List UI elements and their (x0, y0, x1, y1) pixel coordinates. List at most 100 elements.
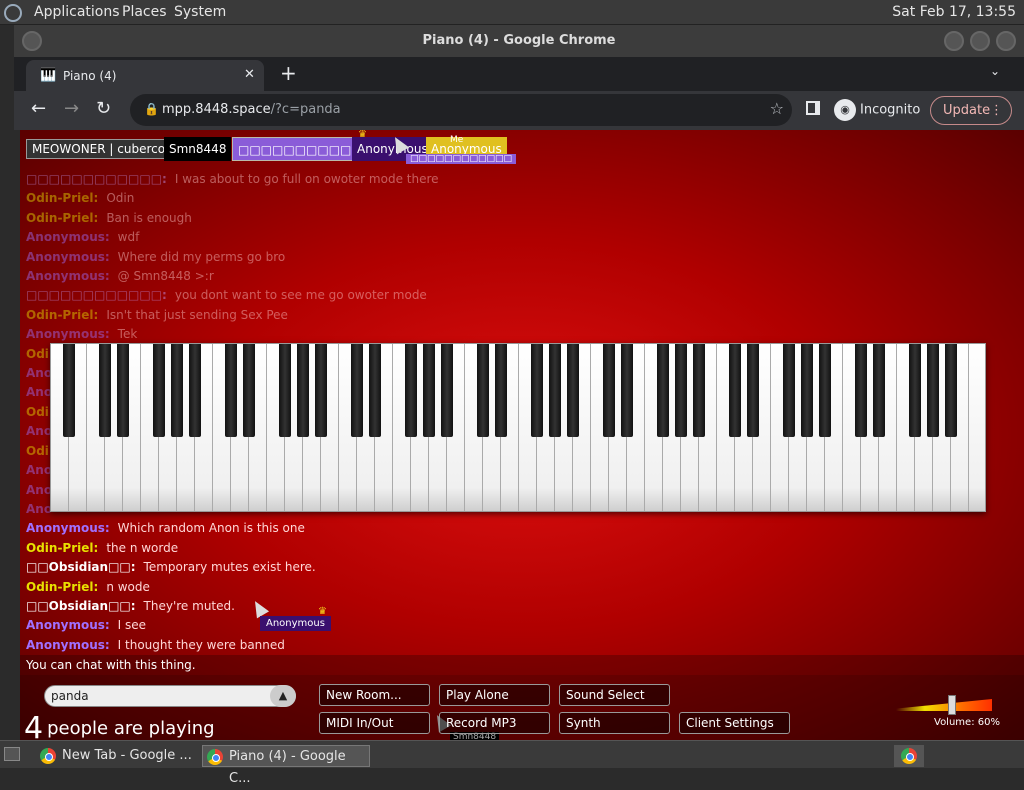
black-key[interactable] (117, 344, 129, 437)
top-panel: Applications Places System Sat Feb 17, 1… (0, 0, 1024, 25)
black-key[interactable] (315, 344, 327, 437)
tray-chrome-icon[interactable] (894, 745, 924, 767)
volume-slider[interactable]: Volume: 60% (896, 695, 1000, 728)
black-key[interactable] (693, 344, 705, 437)
chat-message: Odin-Priel: n wode (26, 579, 150, 594)
user-list: MEOWONER | cubercoder_ Smn8448 □□□□□□□□□… (20, 130, 1024, 164)
chat-message: Anonymous: @ Smn8448 >:r (26, 269, 214, 284)
black-key[interactable] (873, 344, 885, 437)
chat-input[interactable]: You can chat with this thing. (20, 655, 1024, 675)
chat-message: Anonymous: I thought they were banned (26, 637, 285, 652)
black-key[interactable] (621, 344, 633, 437)
maximize-icon[interactable] (970, 31, 990, 51)
new-tab-button[interactable]: + (280, 61, 297, 85)
black-key[interactable] (945, 344, 957, 437)
black-key[interactable] (657, 344, 669, 437)
lock-icon[interactable]: 🔒 (144, 102, 159, 116)
tab-title: Piano (4) (63, 69, 117, 83)
tab-search-icon[interactable]: ⌄ (990, 64, 1000, 78)
black-key[interactable] (747, 344, 759, 437)
black-key[interactable] (927, 344, 939, 437)
black-key[interactable] (405, 344, 417, 437)
clock[interactable]: Sat Feb 17, 13:55 (892, 4, 1016, 20)
close-window-icon[interactable] (996, 31, 1016, 51)
black-key[interactable] (243, 344, 255, 437)
update-button[interactable]: Update ⋮ (930, 96, 1012, 125)
minimize-icon[interactable] (944, 31, 964, 51)
white-key[interactable] (969, 344, 985, 511)
black-key[interactable] (189, 344, 201, 437)
side-panel-icon[interactable] (806, 101, 820, 115)
chat-message: Anonymous: wdf (26, 230, 140, 245)
black-key[interactable] (675, 344, 687, 437)
tab-strip: 🎹 Piano (4) ✕ + ⌄ (14, 57, 1024, 91)
record-mp3-button[interactable]: Record MP3 (439, 712, 550, 734)
black-key[interactable] (369, 344, 381, 437)
incognito-icon: ◉ (834, 99, 856, 121)
black-key[interactable] (855, 344, 867, 437)
black-key[interactable] (567, 344, 579, 437)
volume-label: Volume: 60% (934, 717, 1000, 728)
window-menu-icon[interactable] (22, 31, 42, 51)
black-key[interactable] (225, 344, 237, 437)
volume-track[interactable] (896, 699, 992, 711)
black-key[interactable] (783, 344, 795, 437)
chat-message: Anonymous: Tek (26, 327, 138, 342)
taskbar-item-active[interactable]: Piano (4) - Google C... (202, 745, 370, 786)
show-desktop-icon[interactable] (4, 747, 20, 761)
chat-message: Anonymous: Where did my perms go bro (26, 249, 286, 264)
back-icon[interactable]: ← (31, 98, 46, 119)
browser-toolbar: ← → ↻ 🔒 mpp.8448.space/?c=panda ☆ ◉ Incog… (14, 91, 1024, 130)
black-key[interactable] (441, 344, 453, 437)
menu-applications[interactable]: Applications (34, 4, 120, 20)
client-settings-button[interactable]: Client Settings (679, 712, 790, 734)
url-text[interactable]: mpp.8448.space/?c=panda (162, 102, 341, 117)
chat-message: Odin-Priel: Ban is enough (26, 210, 192, 225)
menu-places[interactable]: Places (122, 4, 167, 20)
black-key[interactable] (729, 344, 741, 437)
black-key[interactable] (63, 344, 75, 437)
distro-logo-icon[interactable] (4, 4, 22, 22)
black-key[interactable] (423, 344, 435, 437)
forward-icon[interactable]: → (64, 98, 79, 119)
reload-icon[interactable]: ↻ (96, 98, 111, 119)
black-key[interactable] (909, 344, 921, 437)
new-room-button[interactable]: New Room... (319, 684, 430, 706)
midi-button[interactable]: MIDI In/Out (319, 712, 430, 734)
chat-message: Anonymous: Which random Anon is this one (26, 521, 305, 536)
black-key[interactable] (495, 344, 507, 437)
cursor-tag: □□□□□□□□□□□□ (406, 154, 517, 164)
synth-button[interactable]: Synth (559, 712, 670, 734)
sound-select-button[interactable]: Sound Select (559, 684, 670, 706)
room-select[interactable]: panda ▲ (44, 685, 296, 707)
taskbar-item[interactable]: New Tab - Google ... (36, 745, 194, 767)
volume-knob[interactable] (948, 695, 956, 715)
black-key[interactable] (819, 344, 831, 437)
play-alone-button[interactable]: Play Alone (439, 684, 550, 706)
room-arrow-icon[interactable]: ▲ (270, 685, 296, 707)
incognito-indicator[interactable]: ◉ Incognito (834, 99, 920, 121)
black-key[interactable] (531, 344, 543, 437)
black-key[interactable] (351, 344, 363, 437)
address-bar[interactable]: 🔒 mpp.8448.space/?c=panda ☆ (130, 94, 792, 126)
chat-message: □□□□□□□□□□□□: you dont want to see me go … (26, 288, 427, 303)
player-count: 4 people are playing (24, 711, 215, 740)
close-tab-icon[interactable]: ✕ (244, 67, 264, 82)
bookmark-star-icon[interactable]: ☆ (770, 99, 784, 118)
chat-message: Odin-Priel: the n worde (26, 540, 179, 555)
user-badge[interactable]: Smn8448 (164, 137, 232, 161)
tab-piano[interactable]: 🎹 Piano (4) ✕ (26, 60, 264, 91)
black-key[interactable] (477, 344, 489, 437)
black-key[interactable] (603, 344, 615, 437)
black-key[interactable] (171, 344, 183, 437)
black-key[interactable] (297, 344, 309, 437)
chat-message: □□□□□□□□□□□□: I was about to go full on o… (26, 172, 439, 186)
more-menu-icon: ⋮ (990, 103, 1003, 118)
menu-system[interactable]: System (174, 4, 226, 20)
black-key[interactable] (153, 344, 165, 437)
piano-keyboard[interactable] (50, 343, 986, 512)
black-key[interactable] (99, 344, 111, 437)
black-key[interactable] (279, 344, 291, 437)
black-key[interactable] (549, 344, 561, 437)
black-key[interactable] (801, 344, 813, 437)
